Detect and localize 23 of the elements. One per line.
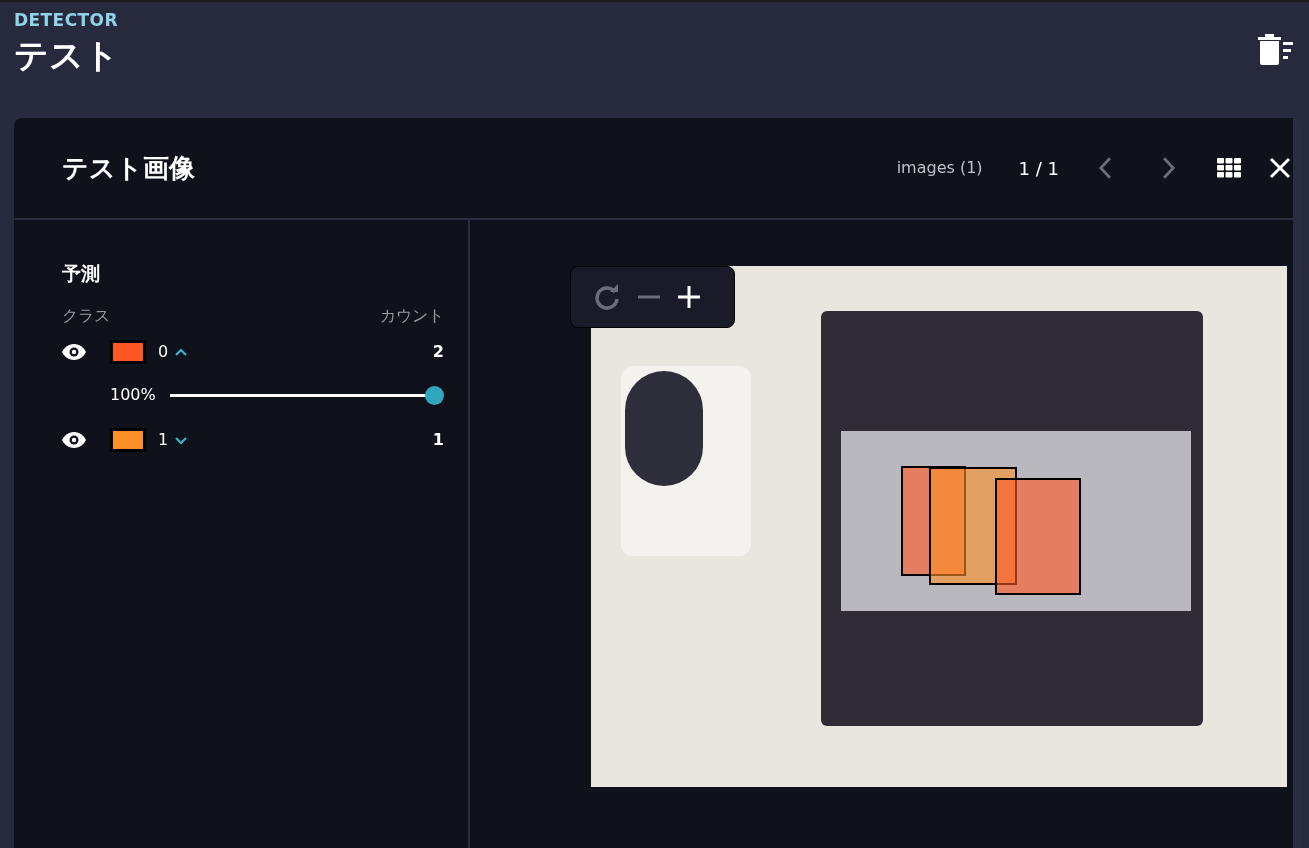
section-title: 予測 (62, 261, 101, 286)
opacity-value: 100% (110, 384, 157, 406)
page-indicator: 1 / 1 (1018, 156, 1059, 181)
column-heading: カウント (380, 305, 444, 327)
chevron-down-icon (174, 434, 189, 446)
close-icon[interactable] (1269, 157, 1291, 179)
column-heading: クラス (62, 305, 110, 327)
opacity-slider[interactable] (170, 385, 444, 405)
color-swatch[interactable] (110, 340, 146, 364)
page-title: テスト (14, 34, 119, 77)
class-toggle[interactable]: 1 (158, 428, 189, 452)
image-count: images (1) (896, 157, 983, 179)
grid-view-icon[interactable] (1217, 158, 1241, 178)
eye-icon[interactable] (62, 432, 86, 448)
panel-title: テスト画像 (62, 151, 195, 185)
chevron-up-icon (174, 346, 189, 358)
section-label: DETECTOR (14, 10, 119, 30)
class-count: 2 (432, 341, 444, 363)
class-count: 1 (432, 429, 444, 451)
color-swatch[interactable] (110, 428, 146, 452)
zoom-in-icon[interactable] (677, 285, 701, 309)
class-toggle[interactable]: 0 (158, 340, 189, 364)
eye-icon[interactable] (62, 344, 86, 360)
